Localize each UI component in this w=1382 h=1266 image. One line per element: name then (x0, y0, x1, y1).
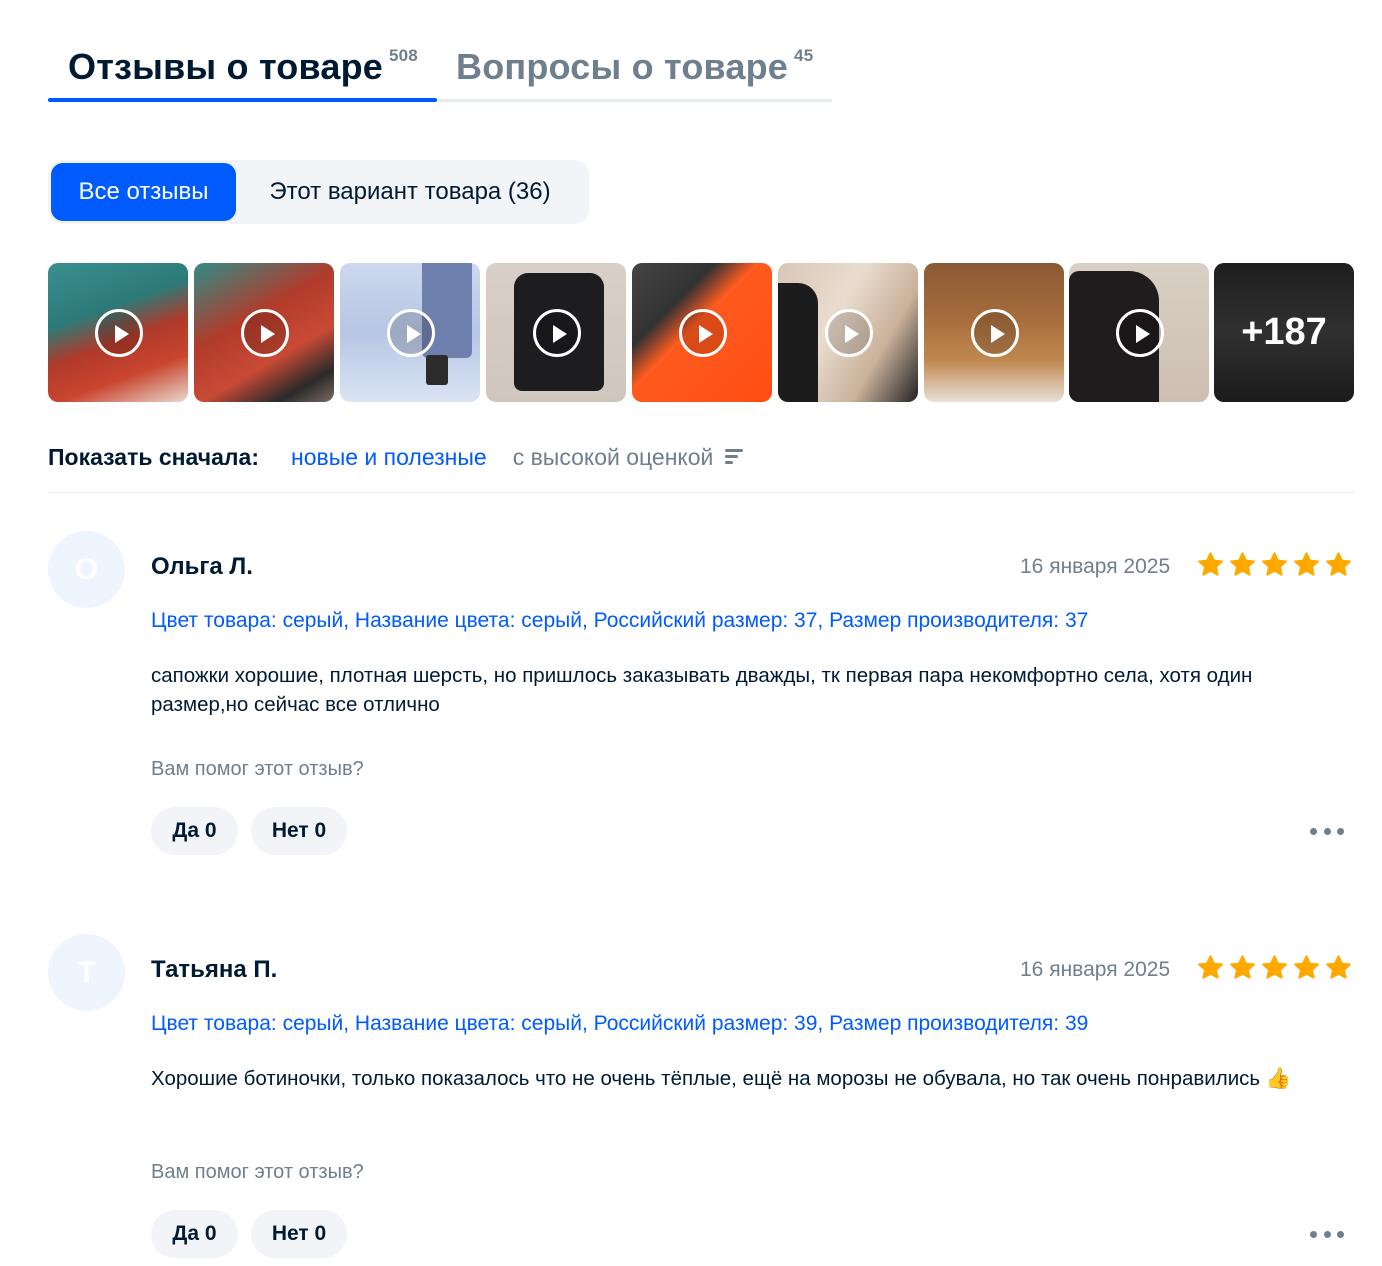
review-card: О Ольга Л. 16 января 2025 Цвет товара: с… (48, 531, 1354, 861)
star-icon (1294, 552, 1319, 576)
star-icon (1326, 955, 1351, 979)
media-more-thumbnail[interactable]: +187 (1214, 263, 1354, 402)
play-icon (1116, 309, 1164, 357)
review-text: Хорошие ботиночки, только показалось что… (151, 1067, 1292, 1090)
review-date: 16 января 2025 (1020, 555, 1171, 578)
media-thumbnail[interactable] (48, 263, 188, 402)
media-thumbnail[interactable] (924, 263, 1064, 402)
star-icon (1230, 552, 1255, 576)
helpful-question: Вам помог этот отзыв? (151, 758, 364, 780)
sort-bar: Показать сначала: новые и полезные с выс… (48, 440, 744, 474)
active-tab-indicator (48, 98, 437, 102)
tab-questions[interactable]: Вопросы о товаре 45 (456, 46, 813, 88)
play-icon (679, 309, 727, 357)
helpful-question: Вам помог этот отзыв? (151, 1161, 364, 1183)
media-thumbnail[interactable] (340, 263, 480, 402)
play-icon (971, 309, 1019, 357)
star-icon (1326, 552, 1351, 576)
vote-yes-button[interactable]: Да 0 (151, 1210, 238, 1258)
more-options-icon[interactable] (1310, 1224, 1344, 1244)
play-icon (825, 309, 873, 357)
vote-yes-button[interactable]: Да 0 (151, 807, 238, 855)
rating-stars (1196, 551, 1354, 581)
avatar: О (48, 531, 125, 608)
review-author: Татьяна П. (151, 956, 278, 983)
sort-option-rating-label: с высокой оценкой (512, 443, 714, 470)
this-variant-button[interactable]: Этот вариант товара (36) (240, 163, 580, 221)
sort-label: Показать сначала: (48, 443, 259, 470)
rating-stars (1196, 954, 1354, 984)
tab-questions-label: Вопросы о товаре (456, 46, 789, 87)
media-thumbnail[interactable] (778, 263, 918, 402)
play-icon (95, 309, 143, 357)
media-thumbnail[interactable] (486, 263, 626, 402)
sort-option-rating[interactable]: с высокой оценкой (513, 444, 744, 471)
tab-reviews[interactable]: Отзывы о товаре 508 (68, 46, 418, 88)
all-reviews-button[interactable]: Все отзывы (51, 163, 236, 221)
review-author: Ольга Л. (151, 553, 253, 580)
sort-divider (48, 492, 1354, 493)
play-icon (241, 309, 289, 357)
star-icon (1262, 552, 1287, 576)
more-options-icon[interactable] (1310, 821, 1344, 841)
sort-option-new[interactable]: новые и полезные (291, 444, 487, 471)
review-media-strip: +187 (48, 263, 1354, 402)
review-card: Т Татьяна П. 16 января 2025 Цвет товара:… (48, 934, 1354, 1264)
review-variant-info[interactable]: Цвет товара: серый, Название цвета: серы… (151, 609, 1088, 633)
star-icon (1294, 955, 1319, 979)
vote-no-button[interactable]: Нет 0 (251, 807, 347, 855)
review-text: сапожки хорошие, плотная шерсть, но приш… (151, 664, 1253, 716)
star-icon (1262, 955, 1287, 979)
review-date: 16 января 2025 (1020, 958, 1171, 981)
review-filter-segment: Все отзывы Этот вариант товара (36) (48, 160, 589, 224)
media-thumbnail[interactable] (194, 263, 334, 402)
tab-reviews-label: Отзывы о товаре (68, 46, 383, 87)
star-icon (1198, 955, 1223, 979)
more-media-count: +187 (1214, 263, 1354, 402)
play-icon (533, 309, 581, 357)
star-icon (1198, 552, 1223, 576)
vote-no-button[interactable]: Нет 0 (251, 1210, 347, 1258)
tab-questions-count: 45 (794, 46, 814, 65)
play-icon (387, 309, 435, 357)
avatar: Т (48, 934, 125, 1011)
media-thumbnail[interactable] (632, 263, 772, 402)
sort-order-icon (725, 449, 744, 465)
media-thumbnail[interactable] (1069, 263, 1209, 402)
star-icon (1230, 955, 1255, 979)
review-tabs: Отзывы о товаре 508 Вопросы о товаре 45 (48, 40, 832, 102)
tab-reviews-count: 508 (388, 46, 418, 65)
review-variant-info[interactable]: Цвет товара: серый, Название цвета: серы… (151, 1012, 1088, 1036)
